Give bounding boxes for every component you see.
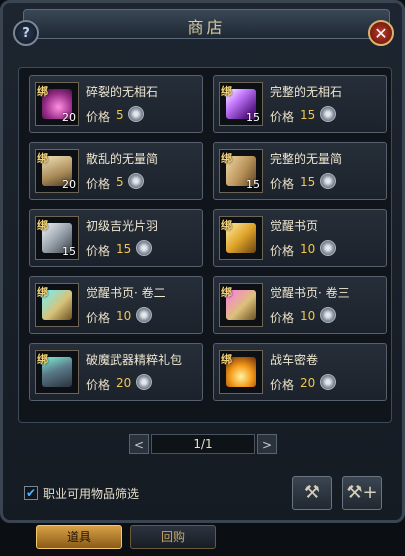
item-slot[interactable]: 绑 15	[219, 149, 263, 193]
item-name: 觉醒书页· 卷二	[86, 286, 166, 300]
item-name: 战车密卷	[270, 353, 319, 367]
page-indicator: 1/1	[151, 434, 255, 454]
bound-tag: 绑	[221, 286, 232, 299]
bound-tag: 绑	[37, 353, 48, 366]
item-grid: 绑 20 碎裂的无相石 价格 5 绑 15 完整的无相石 价格 15 绑 20 散乱的无量简 价格 5 绑 15…	[18, 67, 392, 423]
item-slot[interactable]: 绑	[219, 216, 263, 260]
price-label: 价格	[86, 244, 111, 258]
hammer-plus-icon: ⚒+	[346, 482, 378, 503]
item-slot[interactable]: 绑	[219, 283, 263, 327]
help-button[interactable]: ?	[13, 20, 39, 46]
shop-item[interactable]: 绑 20 散乱的无量简 价格 5	[29, 142, 203, 200]
shop-item[interactable]: 绑 破魔武器精粹礼包 价格 20	[29, 343, 203, 401]
tab-bar: 道具 回购	[0, 523, 405, 556]
item-slot[interactable]: 绑 15	[35, 216, 79, 260]
bound-tag: 绑	[221, 353, 232, 366]
bound-tag: 绑	[221, 85, 232, 98]
item-name: 破魔武器精粹礼包	[86, 353, 183, 367]
price-label: 价格	[86, 378, 111, 392]
item-quantity: 20	[62, 178, 76, 191]
tab-items[interactable]: 道具	[36, 525, 122, 549]
price-value: 15	[116, 242, 132, 256]
price-value: 10	[300, 242, 316, 256]
price-value: 15	[300, 175, 316, 189]
close-icon: ✕	[374, 23, 388, 43]
bound-tag: 绑	[37, 152, 48, 165]
price-value: 10	[300, 309, 316, 323]
silver-coin-icon	[136, 374, 152, 390]
bound-tag: 绑	[221, 152, 232, 165]
price-label: 价格	[270, 311, 295, 325]
bound-tag: 绑	[221, 219, 232, 232]
item-name: 觉醒书页· 卷三	[270, 286, 350, 300]
price-label: 价格	[86, 311, 111, 325]
window-title: 商店	[187, 18, 226, 37]
item-slot[interactable]: 绑 20	[35, 82, 79, 126]
price-label: 价格	[270, 378, 295, 392]
item-quantity: 20	[62, 111, 76, 124]
shop-item[interactable]: 绑 觉醒书页· 卷三 价格 10	[213, 276, 387, 334]
shop-item[interactable]: 绑 战车密卷价格 20	[213, 343, 387, 401]
class-filter[interactable]: ✔ 职业可用物品筛选	[24, 484, 139, 502]
filter-checkbox[interactable]: ✔	[24, 486, 38, 500]
item-name: 碎裂的无相石	[86, 85, 159, 99]
shop-item[interactable]: 绑 20 碎裂的无相石 价格 5	[29, 75, 203, 133]
price-label: 价格	[86, 110, 111, 124]
price-value: 20	[116, 376, 132, 390]
silver-coin-icon	[320, 240, 336, 256]
silver-coin-icon	[320, 374, 336, 390]
shop-item[interactable]: 绑 觉醒书页· 卷二 价格 10	[29, 276, 203, 334]
close-button[interactable]: ✕	[368, 20, 394, 46]
item-name: 完整的无量简	[270, 152, 343, 166]
item-slot[interactable]: 绑	[35, 283, 79, 327]
price-value: 5	[116, 108, 124, 122]
item-name: 觉醒书页	[270, 219, 319, 233]
silver-coin-icon	[128, 106, 144, 122]
repair-all-button[interactable]: ⚒+	[342, 476, 382, 510]
silver-coin-icon	[320, 106, 336, 122]
silver-coin-icon	[128, 173, 144, 189]
price-label: 价格	[270, 244, 295, 258]
shop-item[interactable]: 绑 15 初级吉光片羽 价格 15	[29, 209, 203, 267]
pagination: < 1/1 >	[129, 434, 279, 456]
bound-tag: 绑	[37, 219, 48, 232]
item-quantity: 15	[246, 111, 260, 124]
question-icon: ?	[22, 25, 30, 41]
next-page-button[interactable]: >	[257, 434, 277, 454]
filter-label: 职业可用物品筛选	[43, 486, 140, 501]
prev-page-button[interactable]: <	[129, 434, 149, 454]
silver-coin-icon	[320, 307, 336, 323]
title-bar: 商店	[23, 9, 390, 39]
item-quantity: 15	[246, 178, 260, 191]
silver-coin-icon	[136, 240, 152, 256]
hammer-icon: ⚒	[303, 482, 321, 503]
item-quantity: 15	[62, 245, 76, 258]
item-name: 完整的无相石	[270, 85, 343, 99]
silver-coin-icon	[136, 307, 152, 323]
price-label: 价格	[86, 177, 111, 191]
item-slot[interactable]: 绑	[219, 350, 263, 394]
item-slot[interactable]: 绑	[35, 350, 79, 394]
tab-buyback[interactable]: 回购	[130, 525, 216, 549]
price-value: 20	[300, 376, 316, 390]
item-name: 散乱的无量简	[86, 152, 159, 166]
item-slot[interactable]: 绑 15	[219, 82, 263, 126]
shop-item[interactable]: 绑 15 完整的无量简 价格 15	[213, 142, 387, 200]
item-slot[interactable]: 绑 20	[35, 149, 79, 193]
price-value: 5	[116, 175, 124, 189]
price-value: 15	[300, 108, 316, 122]
price-label: 价格	[270, 177, 295, 191]
repair-button[interactable]: ⚒	[292, 476, 332, 510]
shop-item[interactable]: 绑 觉醒书页价格 10	[213, 209, 387, 267]
price-value: 10	[116, 309, 132, 323]
silver-coin-icon	[320, 173, 336, 189]
item-name: 初级吉光片羽	[86, 219, 159, 233]
shop-item[interactable]: 绑 15 完整的无相石 价格 15	[213, 75, 387, 133]
price-label: 价格	[270, 110, 295, 124]
bound-tag: 绑	[37, 85, 48, 98]
bound-tag: 绑	[37, 286, 48, 299]
